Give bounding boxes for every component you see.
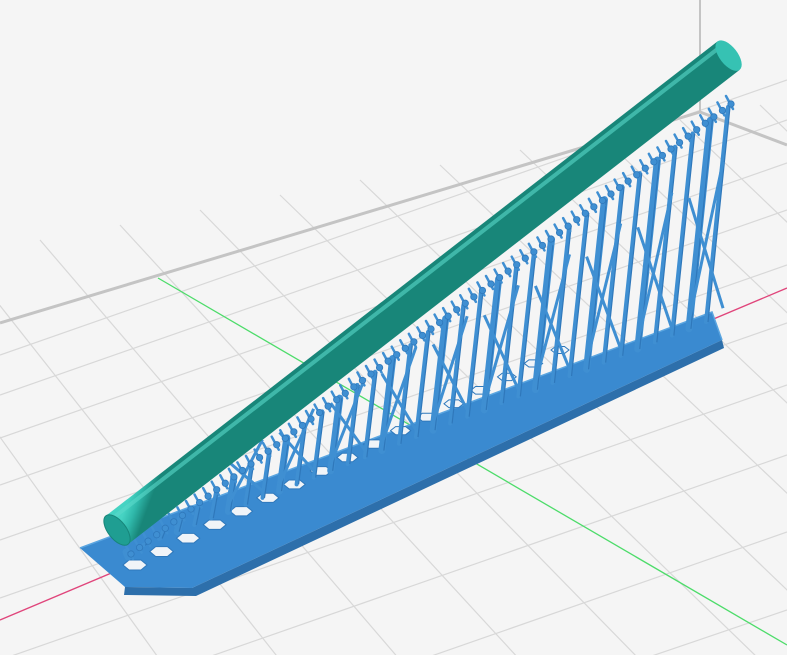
support-node <box>410 338 418 346</box>
support-node <box>144 537 152 545</box>
scene <box>0 0 787 655</box>
support-node <box>247 460 255 468</box>
support-node <box>693 126 701 134</box>
support-node <box>161 524 169 532</box>
support-node <box>598 196 607 205</box>
support-node <box>298 421 307 430</box>
support-node <box>444 312 452 320</box>
support-node <box>213 486 221 494</box>
support-node <box>315 408 324 417</box>
support-node <box>281 434 289 442</box>
support-node <box>633 171 641 179</box>
support-node <box>435 318 444 327</box>
support-node <box>684 132 692 140</box>
support-node <box>581 209 589 217</box>
raft-hole <box>148 546 175 557</box>
support-node <box>513 261 521 269</box>
support-node <box>401 344 409 352</box>
support-node <box>461 299 469 307</box>
support-node <box>607 190 615 198</box>
raft-hole <box>255 492 280 503</box>
support-pillar <box>173 513 185 536</box>
support-node <box>573 216 581 224</box>
raft-hole <box>282 479 307 490</box>
support-node <box>564 222 572 230</box>
support-node <box>590 203 598 211</box>
support-node <box>504 267 512 275</box>
support-node <box>470 293 478 301</box>
support-node <box>667 145 675 153</box>
support-node <box>427 325 435 333</box>
support-node <box>538 241 547 250</box>
support-node <box>230 473 238 481</box>
support-node <box>375 363 384 372</box>
support-node <box>187 505 195 513</box>
support-node <box>135 543 144 552</box>
support-node <box>384 357 392 365</box>
support-pillar <box>531 235 556 394</box>
support-node <box>324 402 332 410</box>
support-structure[interactable] <box>122 94 735 561</box>
raft-hole <box>229 506 254 517</box>
support-node <box>170 518 178 526</box>
support-node <box>393 351 401 359</box>
support-node <box>153 531 161 539</box>
support-node <box>615 183 624 192</box>
support-node <box>521 254 529 262</box>
support-node <box>350 383 358 391</box>
support-node <box>710 113 718 121</box>
support-node <box>238 466 247 475</box>
support-node <box>273 441 281 449</box>
3d-viewport[interactable] <box>0 0 787 655</box>
support-node <box>650 158 658 166</box>
support-node <box>204 492 212 500</box>
support-node <box>675 138 684 147</box>
raft-hole <box>122 559 148 571</box>
support-node <box>418 331 427 340</box>
support-node <box>701 119 709 127</box>
support-node <box>547 235 555 243</box>
support-node <box>195 498 204 507</box>
support-node <box>221 479 229 487</box>
support-node <box>641 164 649 172</box>
support-node <box>127 550 135 558</box>
support-node <box>290 428 298 436</box>
support-node <box>255 453 264 462</box>
support-pillar <box>567 210 589 379</box>
support-node <box>624 177 632 185</box>
support-node <box>718 106 727 115</box>
support-node <box>358 376 367 385</box>
support-node <box>495 273 504 282</box>
support-node <box>487 280 495 288</box>
support-pillar <box>516 250 536 399</box>
support-node <box>530 248 538 256</box>
support-node <box>333 396 341 404</box>
support-node <box>367 370 375 378</box>
support-node <box>264 447 272 455</box>
support-pillar <box>465 290 483 419</box>
support-node <box>341 389 349 397</box>
support-node <box>555 228 564 237</box>
raft-hole <box>202 519 227 530</box>
support-node <box>478 286 487 295</box>
support-node <box>307 415 315 423</box>
support-node <box>658 151 667 160</box>
support-raft[interactable] <box>79 311 724 596</box>
support-node <box>453 306 461 314</box>
support-node <box>727 100 735 108</box>
support-node <box>178 511 187 520</box>
raft-hole <box>175 532 201 544</box>
